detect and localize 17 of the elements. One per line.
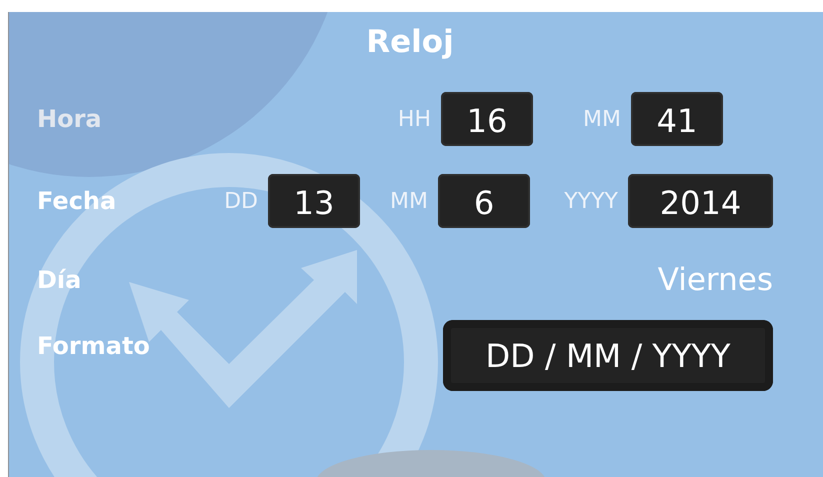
row-label: Hora — [37, 105, 103, 133]
value-field[interactable]: 41 — [631, 92, 723, 146]
row-label: Día — [37, 266, 82, 294]
field-label: MM — [582, 106, 621, 132]
value-field[interactable]: 13 — [268, 174, 360, 228]
value-field[interactable]: 2014 — [628, 174, 773, 228]
value-field[interactable]: 6 — [438, 174, 530, 228]
field-label: MM — [389, 188, 428, 214]
panel-title: Reloj — [365, 24, 454, 60]
day-name: Viernes — [658, 262, 773, 298]
format-button[interactable]: DD / MM / YYYY — [443, 320, 773, 391]
value-field[interactable]: 16 — [441, 92, 533, 146]
field-label: YYYY — [563, 188, 618, 214]
field-label: HH — [396, 106, 431, 132]
row-label: Fecha — [37, 187, 118, 215]
row-label: Formato — [37, 332, 151, 360]
field-label: DD — [223, 188, 258, 214]
